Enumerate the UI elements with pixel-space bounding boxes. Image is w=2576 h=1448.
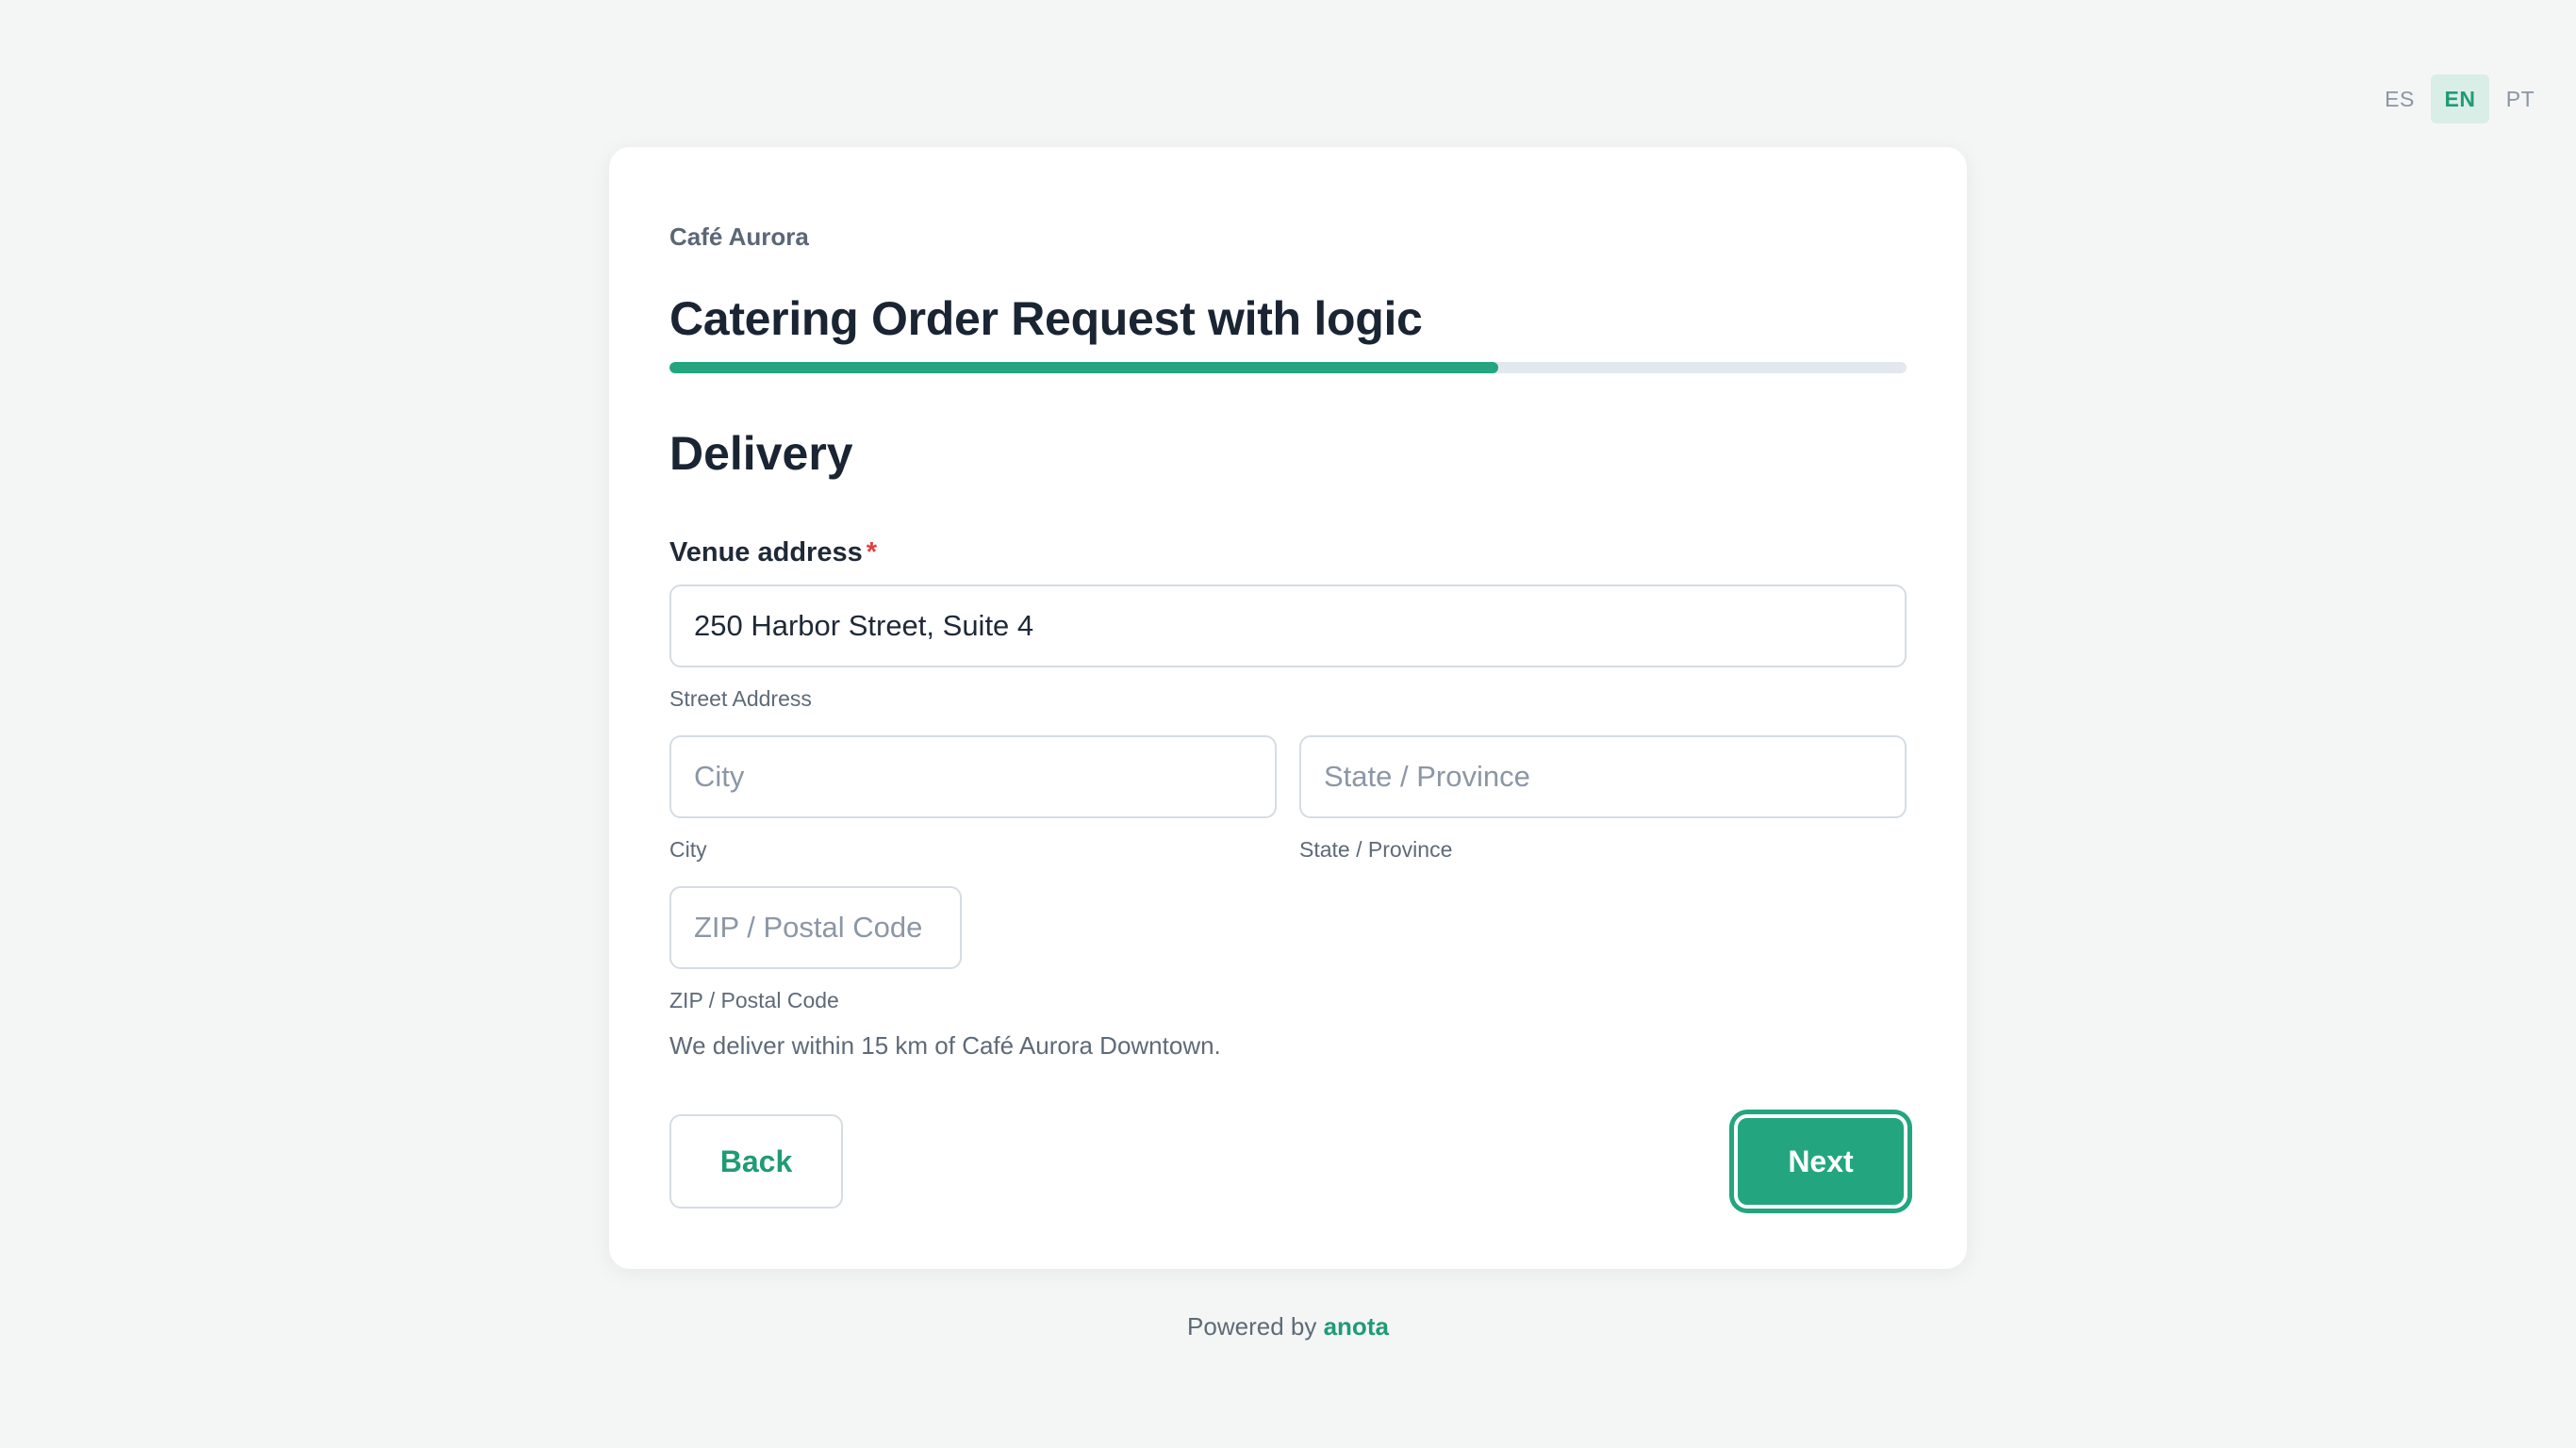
delivery-help-text: We deliver within 15 km of Café Aurora D… xyxy=(669,1031,1221,1060)
lang-pt-button[interactable]: PT xyxy=(2491,74,2550,123)
progress-bar-fill xyxy=(669,362,1499,373)
lang-en-button[interactable]: EN xyxy=(2431,74,2489,123)
powered-by-text: Powered by xyxy=(1187,1312,1317,1341)
street-address-sublabel: Street Address xyxy=(669,686,812,711)
venue-address-label-text: Venue address xyxy=(669,537,863,568)
zip-postal-code-input[interactable] xyxy=(669,886,962,969)
street-address-input[interactable] xyxy=(669,584,1907,667)
required-marker: * xyxy=(866,537,878,568)
state-province-input[interactable] xyxy=(1299,735,1907,818)
form-card: Café Aurora Catering Order Request with … xyxy=(609,147,1967,1269)
state-province-sublabel: State / Province xyxy=(1299,837,1453,862)
back-button[interactable]: Back xyxy=(669,1114,843,1209)
city-sublabel: City xyxy=(669,837,707,862)
anota-link[interactable]: anota xyxy=(1324,1312,1389,1341)
language-switcher: ES EN PT xyxy=(2370,74,2550,123)
next-button[interactable]: Next xyxy=(1734,1114,1907,1209)
powered-by-footer: Powered by anota xyxy=(0,1312,2576,1341)
zip-postal-code-sublabel: ZIP / Postal Code xyxy=(669,988,839,1012)
city-input[interactable] xyxy=(669,735,1277,818)
form-title: Catering Order Request with logic xyxy=(669,292,1423,345)
venue-address-label: Venue address * xyxy=(669,537,877,568)
progress-bar xyxy=(669,362,1907,373)
lang-es-button[interactable]: ES xyxy=(2370,74,2429,123)
section-title: Delivery xyxy=(669,427,853,480)
brand-name: Café Aurora xyxy=(669,222,809,251)
